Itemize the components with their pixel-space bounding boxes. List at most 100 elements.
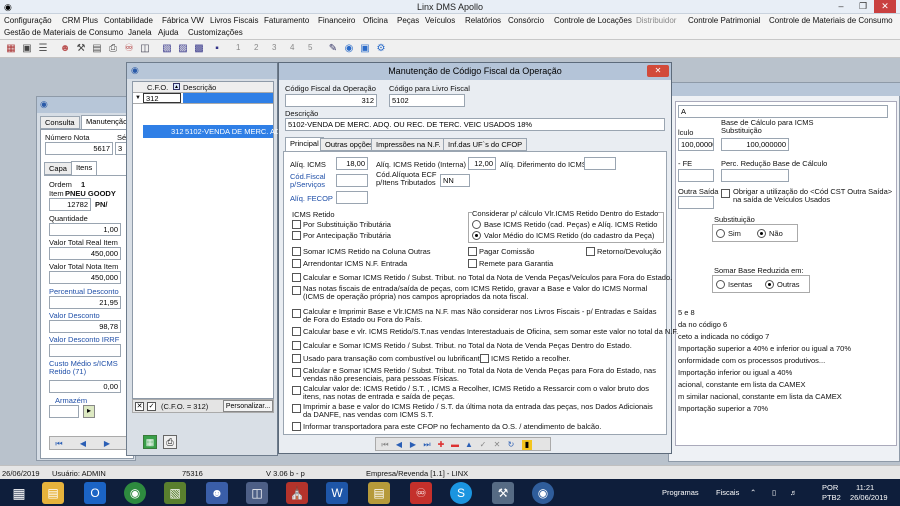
calc-icon[interactable]: ▪ <box>210 42 224 55</box>
fe-field[interactable] <box>678 169 714 182</box>
menu-consorcio[interactable]: Consórcio <box>508 16 544 25</box>
print-lookup-icon[interactable]: ⎙ <box>163 435 177 449</box>
menu-configuracao[interactable]: Configuração <box>4 16 52 25</box>
print-icon[interactable]: ⎙ <box>106 42 120 55</box>
menu-fabrica-vw[interactable]: Fábrica VW <box>162 16 204 25</box>
minimize-button[interactable]: – <box>830 0 852 13</box>
database-icon[interactable]: ◫ <box>246 482 268 504</box>
sim-radio[interactable] <box>716 229 725 238</box>
info-icon[interactable]: ▣ <box>358 42 372 55</box>
opt9-checkbox[interactable] <box>292 404 301 413</box>
isentas-radio[interactable] <box>716 280 725 289</box>
opt6b-checkbox[interactable] <box>480 354 489 363</box>
tools-icon[interactable]: ⚒ <box>74 42 88 55</box>
opt10-checkbox[interactable] <box>292 422 301 431</box>
aliq-fecop-field[interactable] <box>336 191 368 204</box>
doc-edit-icon[interactable]: ✎ <box>326 42 340 55</box>
chrome-icon[interactable]: ◉ <box>124 482 146 504</box>
report-icon[interactable]: ▨ <box>176 42 190 55</box>
nav-insert-icon[interactable]: ✚ <box>436 440 446 450</box>
outra-saida-field[interactable] <box>678 196 714 209</box>
clear-filter-icon[interactable]: ✕ <box>135 402 144 411</box>
menu-distribuidor[interactable]: Distribuidor <box>636 16 676 25</box>
menu-controle-patrimonial[interactable]: Controle Patrimonial <box>688 16 760 25</box>
custo-field[interactable]: 0,00 <box>49 380 121 393</box>
opt5-checkbox[interactable] <box>292 341 301 350</box>
tab-outras-opcoes[interactable]: Outras opções <box>320 138 379 151</box>
tab-impressoes[interactable]: Impressões na N.F. <box>371 138 446 151</box>
calendar-icon[interactable]: ▣ <box>20 42 34 55</box>
opt8-checkbox[interactable] <box>292 386 301 395</box>
menu-oficina[interactable]: Oficina <box>363 16 388 25</box>
tray-time[interactable]: 11:21 <box>856 483 874 492</box>
filter-cfo-input[interactable]: 312 <box>143 93 181 103</box>
perc-reducao-field[interactable] <box>721 169 789 182</box>
opt6-checkbox[interactable] <box>292 354 301 363</box>
nav-exit-icon[interactable]: ▮ <box>522 440 532 450</box>
right-field-a[interactable]: A <box>678 105 888 118</box>
menu-crm-plus[interactable]: CRM Plus <box>62 16 98 25</box>
nav-prev-icon[interactable]: ◀ <box>78 439 88 449</box>
user-app-icon[interactable]: ☻ <box>206 482 228 504</box>
nav-post-icon[interactable]: ✓ <box>478 440 488 450</box>
sort-icon[interactable]: ▲ <box>173 83 180 90</box>
menu-janela[interactable]: Janela <box>128 28 152 37</box>
aliq-retido-field[interactable]: 12,00 <box>468 157 496 170</box>
opt1-checkbox[interactable] <box>292 273 301 282</box>
skype-icon[interactable]: S <box>450 482 472 504</box>
dialog-close-button[interactable]: ✕ <box>647 65 669 77</box>
retorno-checkbox[interactable] <box>586 247 595 256</box>
close-button[interactable]: ✕ <box>874 0 896 13</box>
maximize-button[interactable]: ❐ <box>852 0 874 13</box>
document-icon[interactable]: ▤ <box>90 42 104 55</box>
por-subst-checkbox[interactable] <box>292 220 301 229</box>
aliq-icms-field[interactable]: 18,00 <box>336 157 368 170</box>
page-4[interactable]: 4 <box>290 43 294 52</box>
tray-lang2[interactable]: PTB2 <box>822 493 841 502</box>
menu-gestao-materiais[interactable]: Gestão de Materiais de Consumo <box>4 28 123 37</box>
file-explorer-icon[interactable]: ▤ <box>42 482 64 504</box>
opt7-checkbox[interactable] <box>292 368 301 377</box>
bank-icon[interactable]: ⛪ <box>286 482 308 504</box>
nav-prev-icon[interactable]: ◀ <box>394 440 404 450</box>
outlook-icon[interactable]: O <box>84 482 106 504</box>
personalizar-button[interactable]: Personalizar... <box>223 400 273 412</box>
right-val1[interactable]: 100,000000 <box>678 138 714 151</box>
pagar-comissao-checkbox[interactable] <box>468 247 477 256</box>
page-1[interactable]: 1 <box>236 43 240 52</box>
opt4-checkbox[interactable] <box>292 327 301 336</box>
nav-next-icon[interactable]: ▶ <box>408 440 418 450</box>
perc-desconto-field[interactable]: 21,95 <box>49 296 121 309</box>
list-icon[interactable]: ☰ <box>36 42 50 55</box>
obrigar-checkbox[interactable] <box>721 189 730 198</box>
cod-fiscal-field[interactable] <box>336 174 368 187</box>
apply-filter-icon[interactable]: ✓ <box>147 402 156 411</box>
livro-field[interactable]: 5102 <box>389 94 465 107</box>
opt2-checkbox[interactable] <box>292 286 301 295</box>
arrendontar-checkbox[interactable] <box>292 259 301 268</box>
somar-outras-checkbox[interactable] <box>292 247 301 256</box>
aliq-diferimento-field[interactable] <box>584 157 616 170</box>
menu-pecas[interactable]: Peças <box>397 16 419 25</box>
menu-faturamento[interactable]: Faturamento <box>264 16 309 25</box>
tab-manutencao[interactable]: Manutenção <box>81 115 133 129</box>
page-2[interactable]: 2 <box>254 43 258 52</box>
nav-next-icon[interactable]: ▶ <box>102 439 112 449</box>
nav-delete-icon[interactable]: ▬ <box>450 440 460 450</box>
valor-desconto-irrf-field[interactable] <box>49 344 121 357</box>
filter-desc-input[interactable] <box>183 93 273 103</box>
chart-icon[interactable]: ▧ <box>160 42 174 55</box>
base-cad-radio[interactable] <box>472 220 481 229</box>
page-3[interactable]: 3 <box>272 43 276 52</box>
nav-cancel-icon[interactable]: ✕ <box>492 440 502 450</box>
vw-icon[interactable]: ◉ <box>532 482 554 504</box>
taskbar-fiscais[interactable]: Fiscais <box>716 488 739 497</box>
tray-network-icon[interactable]: ▯ <box>772 488 776 497</box>
menu-contabilidade[interactable]: Contabilidade <box>104 16 153 25</box>
remete-checkbox[interactable] <box>468 259 477 268</box>
tab-inf-uf[interactable]: Inf.das UF`s do CFOP <box>443 138 528 151</box>
menu-customizacoes[interactable]: Customizações <box>188 28 243 37</box>
windows-start-icon[interactable]: ▦ <box>8 482 30 504</box>
menu-livros-fiscais[interactable]: Livros Fiscais <box>210 16 258 25</box>
tools-app-icon[interactable]: ⚒ <box>492 482 514 504</box>
